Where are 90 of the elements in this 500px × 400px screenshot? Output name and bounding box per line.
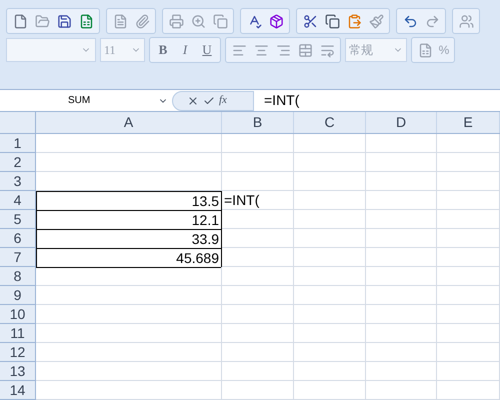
table-cell <box>437 305 500 324</box>
column-header[interactable]: B <box>222 112 294 133</box>
table-cell <box>437 134 500 153</box>
cancel-icon[interactable] <box>187 94 199 106</box>
table-cell <box>222 267 294 286</box>
table-cell <box>437 267 500 286</box>
table-cell <box>437 172 500 191</box>
table-cell <box>437 381 500 400</box>
table-cell <box>222 248 294 267</box>
table-cell <box>366 191 437 210</box>
table-cell <box>437 286 500 305</box>
table-cell <box>222 286 294 305</box>
table-cell <box>222 305 294 324</box>
table-cell <box>437 210 500 229</box>
table-cell <box>222 381 294 400</box>
table-cell <box>294 153 366 172</box>
table-cell <box>366 305 437 324</box>
table-cell <box>294 210 366 229</box>
row-header[interactable]: 11 <box>0 324 36 343</box>
column-header[interactable]: D <box>366 112 437 133</box>
table-cell <box>366 172 437 191</box>
table-cell <box>294 286 366 305</box>
enter-icon[interactable] <box>203 94 215 106</box>
table-cell <box>222 362 294 381</box>
column-header[interactable]: C <box>294 112 366 133</box>
name-box[interactable]: SUM <box>0 90 172 111</box>
row-header[interactable]: 10 <box>0 305 36 324</box>
table-cell <box>294 191 366 210</box>
row-header[interactable]: 2 <box>0 153 36 172</box>
table-cell: 13.5 <box>36 191 222 211</box>
font-name-field[interactable] <box>6 38 96 62</box>
row-header[interactable]: 4 <box>0 191 36 210</box>
table-cell <box>222 229 294 248</box>
table-cell <box>294 134 366 153</box>
table-cell <box>366 286 437 305</box>
table-cell <box>437 229 500 248</box>
table-cell <box>366 324 437 343</box>
table-cell <box>366 229 437 248</box>
row-header[interactable]: 9 <box>0 286 36 305</box>
table-cell <box>294 343 366 362</box>
format-button[interactable]: B <box>152 39 174 61</box>
font-size-value: 11 <box>104 42 116 59</box>
table-cell <box>294 229 366 248</box>
table-cell <box>366 381 437 400</box>
row-header[interactable]: 8 <box>0 267 36 286</box>
format-button[interactable]: U <box>196 39 218 61</box>
table-cell <box>366 267 437 286</box>
table-cell <box>366 248 437 267</box>
table-cell: 45.689 <box>36 248 222 268</box>
table-cell: =INT( <box>222 191 294 210</box>
row-header[interactable]: 7 <box>0 248 36 267</box>
table-cell <box>294 248 366 267</box>
column-header[interactable]: A <box>36 112 222 133</box>
number-format-value: 常规 <box>349 42 373 59</box>
table-cell <box>366 210 437 229</box>
row-header[interactable]: 6 <box>0 229 36 248</box>
table-cell: 12.1 <box>36 210 222 230</box>
function-icon[interactable]: fx <box>219 92 227 109</box>
table-cell <box>366 362 437 381</box>
row-header[interactable]: 1 <box>0 134 36 153</box>
row-header[interactable]: 3 <box>0 172 36 191</box>
row-header[interactable]: 14 <box>0 381 36 400</box>
table-cell <box>222 134 294 153</box>
table-cell <box>437 248 500 267</box>
table-cell <box>294 324 366 343</box>
table-cell <box>222 153 294 172</box>
table-cell <box>366 134 437 153</box>
format-button[interactable]: I <box>174 39 196 61</box>
table-cell <box>294 381 366 400</box>
column-header[interactable]: E <box>437 112 500 133</box>
table-cell: 33.9 <box>36 229 222 249</box>
table-cell <box>294 172 366 191</box>
table-cell <box>366 153 437 172</box>
formula-field[interactable]: =INT( <box>254 90 500 111</box>
table-cell <box>437 362 500 381</box>
table-cell <box>294 362 366 381</box>
row-header[interactable]: 13 <box>0 362 36 381</box>
table-cell <box>222 343 294 362</box>
table-cell <box>437 153 500 172</box>
table-cell <box>222 324 294 343</box>
table-cell <box>366 343 437 362</box>
table-cell <box>222 210 294 229</box>
table-cell <box>294 267 366 286</box>
row-header[interactable]: 12 <box>0 343 36 362</box>
table-cell <box>294 305 366 324</box>
table-cell <box>437 191 500 210</box>
row-header[interactable]: 5 <box>0 210 36 229</box>
table-cell <box>437 343 500 362</box>
table-cell <box>222 172 294 191</box>
table-cell <box>437 324 500 343</box>
